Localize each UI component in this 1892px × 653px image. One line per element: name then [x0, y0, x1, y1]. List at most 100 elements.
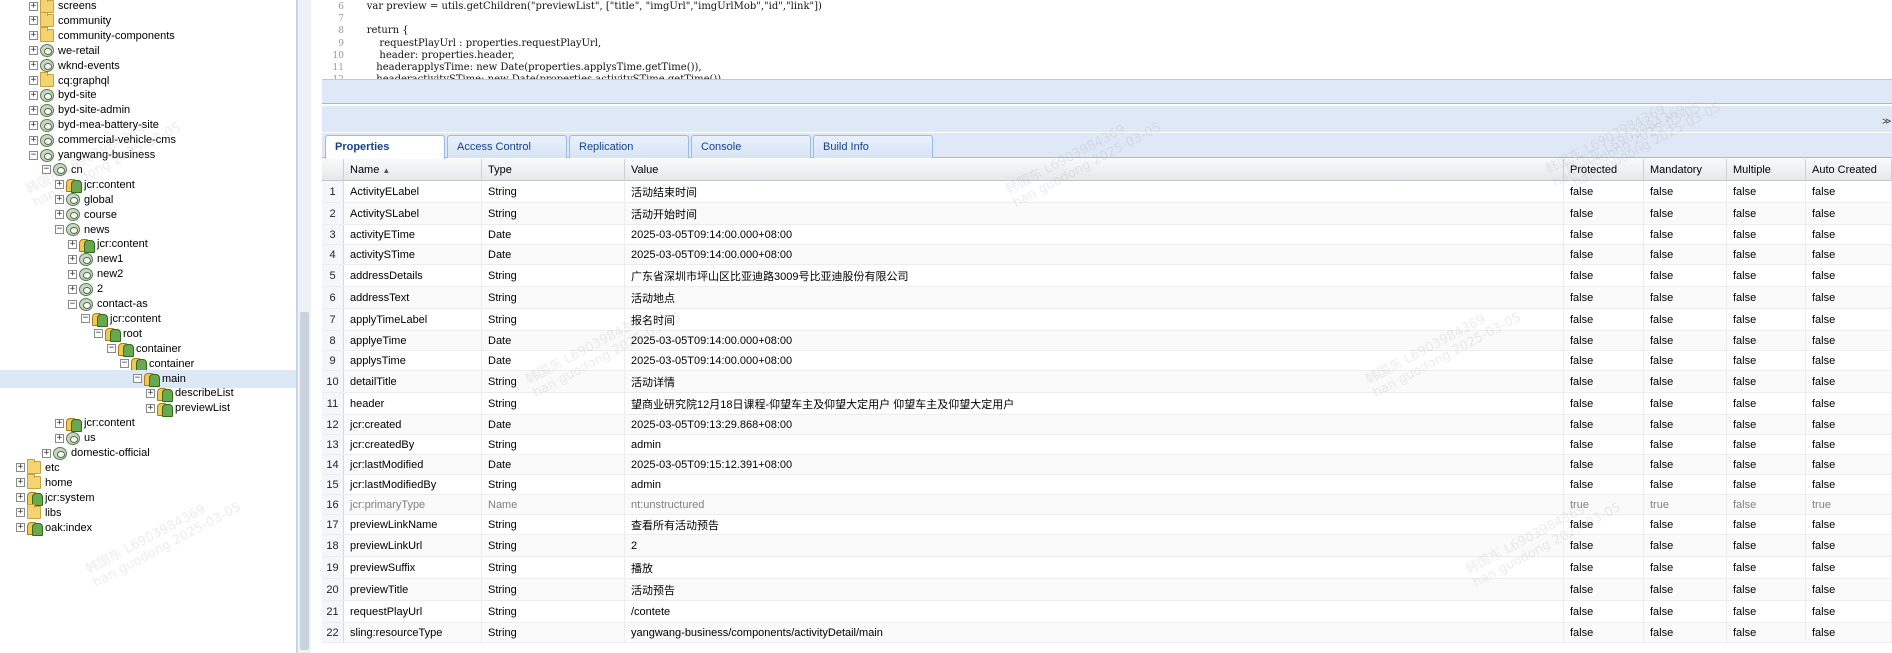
table-cell[interactable]: false — [1564, 415, 1644, 434]
table-cell[interactable]: false — [1727, 309, 1806, 330]
tree-node-label[interactable]: home — [45, 477, 73, 489]
table-cell[interactable]: false — [1564, 371, 1644, 392]
table-row[interactable]: 21 requestPlayUrl String/contete false false… — [322, 601, 1892, 623]
table-row[interactable]: 1 ActivityELabel String 活动结束时间 false false fal… — [322, 181, 1892, 203]
table-cell[interactable]: 活动详情 — [625, 371, 1564, 392]
table-cell[interactable]: false — [1806, 181, 1892, 202]
tree-node-label[interactable]: news — [84, 224, 110, 236]
tree-node-label[interactable]: cn — [71, 164, 83, 176]
table-cell[interactable]: false — [1727, 557, 1806, 578]
table-cell[interactable]: false — [1644, 455, 1727, 474]
table-row[interactable]: 6 addressText String 活动地点 false false false fal… — [322, 287, 1892, 309]
table-cell[interactable]: previewLinkName — [344, 515, 482, 534]
tree-node-label[interactable]: byd-mea-battery-site — [58, 119, 159, 131]
table-cell[interactable]: String — [482, 535, 625, 556]
expand-icon[interactable]: + — [55, 195, 64, 205]
table-cell[interactable]: false — [1644, 435, 1727, 454]
expand-icon[interactable]: + — [29, 120, 38, 130]
expand-icon[interactable]: + — [29, 31, 38, 41]
table-cell[interactable]: 活动开始时间 — [625, 203, 1564, 224]
expand-icon[interactable]: + — [29, 1, 38, 11]
table-row[interactable]: 17 previewLinkName String 查看所有活动预告 false fals… — [322, 515, 1892, 535]
table-cell[interactable]: false — [1644, 203, 1727, 224]
table-cell[interactable]: false — [1644, 557, 1727, 578]
table-cell[interactable]: true — [1644, 495, 1727, 514]
table-cell[interactable]: false — [1644, 515, 1727, 534]
table-cell[interactable]: false — [1564, 435, 1644, 454]
table-cell[interactable]: applysTime — [344, 351, 482, 370]
tree-node-label[interactable]: jcr:content — [84, 179, 135, 191]
table-cell[interactable]: false — [1806, 475, 1892, 494]
table-cell[interactable]: previewLinkUrl — [344, 535, 482, 556]
table-cell[interactable]: 广东省深圳市坪山区比亚迪路3009号比亚迪股份有限公司 — [625, 265, 1564, 286]
expand-icon[interactable]: + — [29, 76, 38, 85]
table-cell[interactable]: 查看所有活动预告 — [625, 515, 1564, 534]
table-row[interactable]: 7 applyTimeLabel String 报名时间 false false false… — [322, 309, 1892, 331]
tree-node-label[interactable]: jcr:content — [97, 238, 148, 250]
collapse-node-icon[interactable]: − — [68, 299, 77, 309]
table-cell[interactable]: 2025-03-05T09:14:00.000+08:00 — [625, 331, 1564, 350]
table-row[interactable]: 13 jcr:createdBy String admin false false fals… — [322, 435, 1892, 455]
tree-node-label[interactable]: etc — [45, 462, 60, 474]
table-cell[interactable]: 活动地点 — [625, 287, 1564, 308]
tree-node-label[interactable]: oak:index — [45, 522, 92, 534]
table-cell[interactable]: false — [1727, 601, 1806, 622]
expand-icon[interactable]: + — [42, 448, 51, 458]
table-cell[interactable]: yangwang-business/components/activityDet… — [625, 623, 1564, 642]
table-cell[interactable]: false — [1806, 515, 1892, 534]
tree-scrollbar[interactable] — [297, 0, 311, 653]
table-cell[interactable]: String — [482, 515, 625, 534]
table-cell[interactable]: false — [1727, 371, 1806, 392]
table-cell[interactable]: false — [1564, 393, 1644, 414]
column-header-value[interactable]: Value — [625, 159, 1564, 181]
tree-node-label[interactable]: byd-site-admin — [58, 104, 130, 116]
table-cell[interactable]: false — [1727, 579, 1806, 600]
table-cell[interactable]: 2025-03-05T09:14:00.000+08:00 — [625, 351, 1564, 370]
table-cell[interactable]: false — [1806, 415, 1892, 434]
table-cell[interactable]: String — [482, 265, 625, 286]
table-cell[interactable]: 望商业研究院12月18日课程-仰望车主及仰望大定用户 仰望车主及仰望大定用户 — [625, 393, 1564, 414]
table-cell[interactable]: false — [1806, 393, 1892, 414]
table-cell[interactable]: previewTitle — [344, 579, 482, 600]
table-cell[interactable]: false — [1727, 415, 1806, 434]
table-cell[interactable]: jcr:createdBy — [344, 435, 482, 454]
table-cell[interactable]: false — [1564, 601, 1644, 622]
tree-node-label[interactable]: wknd-events — [58, 60, 120, 72]
tree-node-label[interactable]: libs — [45, 507, 62, 519]
expand-icon[interactable]: + — [146, 388, 155, 398]
tree-node-label[interactable]: community — [58, 15, 111, 27]
table-cell[interactable]: false — [1644, 225, 1727, 244]
table-row[interactable]: 5 addressDetails String 广东省深圳市坪山区比亚迪路3009号比… — [322, 265, 1892, 287]
table-cell[interactable]: String — [482, 435, 625, 454]
table-cell[interactable]: false — [1806, 309, 1892, 330]
table-row[interactable]: 4 activitySTime Date 2025-03-05T09:14:00.00… — [322, 245, 1892, 265]
table-cell[interactable]: String — [482, 579, 625, 600]
table-cell[interactable]: 2025-03-05T09:14:00.000+08:00 — [625, 245, 1564, 264]
table-cell[interactable]: String — [482, 601, 625, 622]
tree-node-label[interactable]: container — [149, 358, 194, 370]
table-cell[interactable]: false — [1806, 435, 1892, 454]
expand-icon[interactable]: + — [16, 523, 25, 532]
table-cell[interactable]: false — [1806, 265, 1892, 286]
tab-access-control[interactable]: Access Control — [447, 135, 567, 158]
collapse-node-icon[interactable]: − — [29, 150, 38, 160]
table-cell[interactable]: false — [1564, 287, 1644, 308]
table-cell[interactable]: false — [1806, 623, 1892, 642]
table-cell[interactable]: addressDetails — [344, 265, 482, 286]
expand-icon[interactable]: + — [16, 493, 25, 503]
collapse-node-icon[interactable]: − — [94, 329, 103, 339]
table-cell[interactable]: detailTitle — [344, 371, 482, 392]
tree-node-label[interactable]: community-components — [58, 30, 175, 42]
tree-node-label[interactable]: main — [162, 373, 186, 385]
table-cell[interactable]: Date — [482, 455, 625, 474]
table-cell[interactable]: admin — [625, 435, 1564, 454]
table-cell[interactable]: jcr:lastModifiedBy — [344, 475, 482, 494]
table-cell[interactable]: header — [344, 393, 482, 414]
table-cell[interactable]: false — [1806, 225, 1892, 244]
table-cell[interactable]: jcr:primaryType — [344, 495, 482, 514]
table-cell[interactable]: previewSuffix — [344, 557, 482, 578]
table-cell[interactable]: Date — [482, 225, 625, 244]
table-cell[interactable]: false — [1644, 623, 1727, 642]
table-cell[interactable]: true — [1564, 495, 1644, 514]
table-cell[interactable]: 活动预告 — [625, 579, 1564, 600]
